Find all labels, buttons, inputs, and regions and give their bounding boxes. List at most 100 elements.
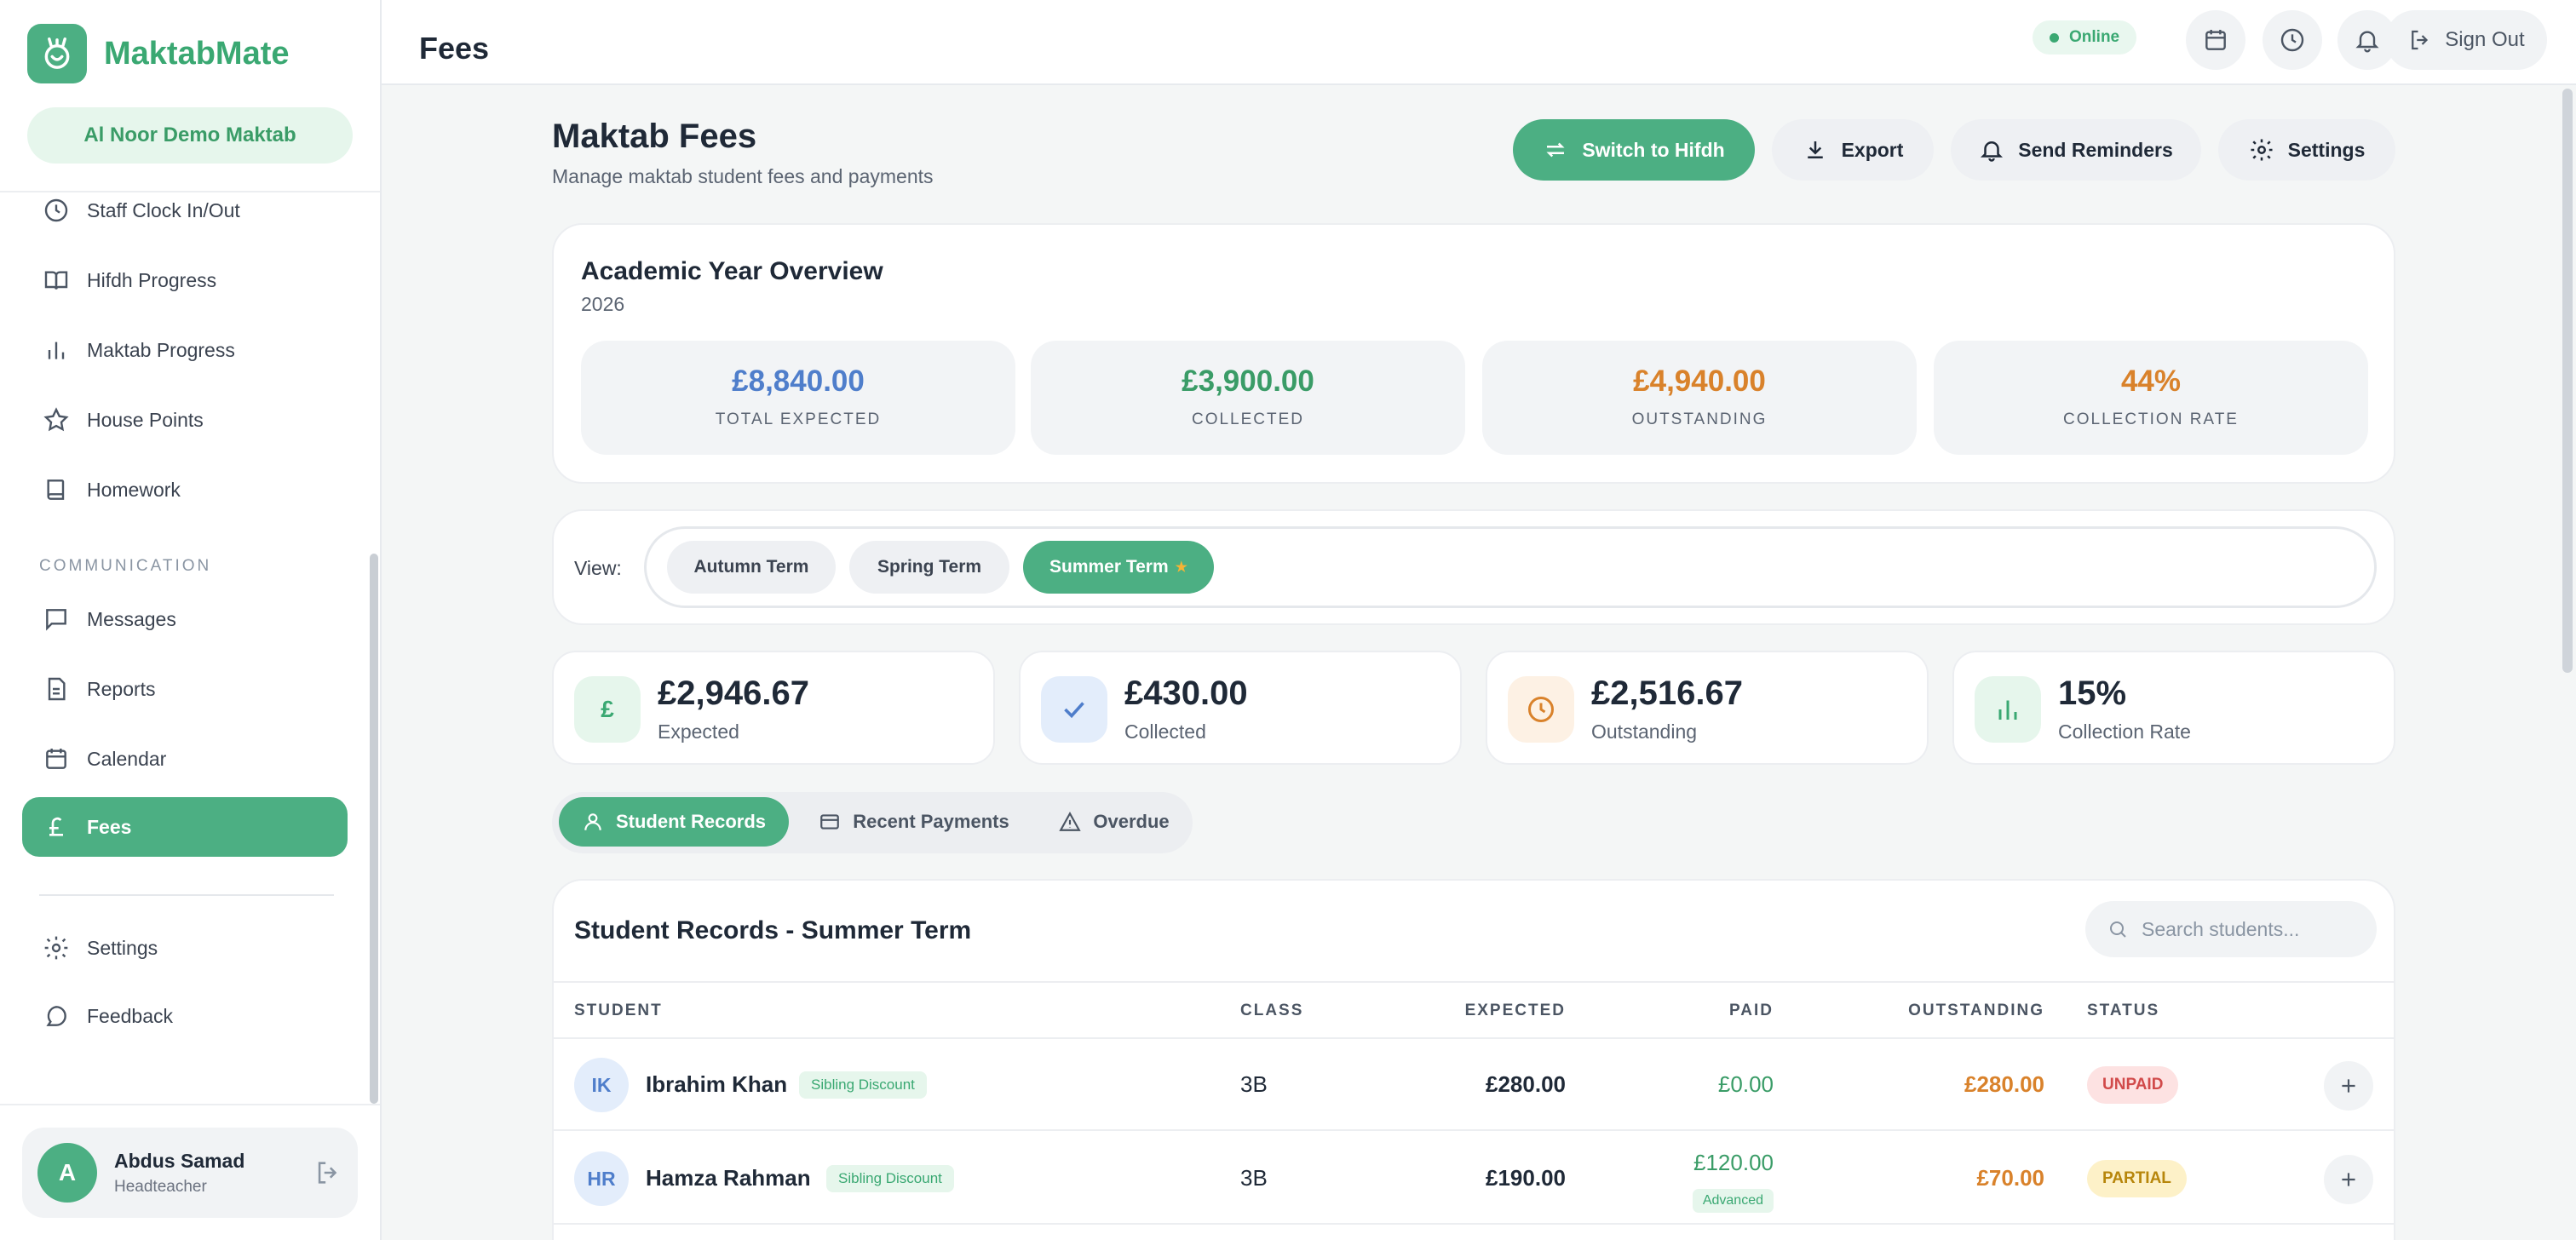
- switch-to-hifdh-button[interactable]: Switch to Hifdh: [1513, 119, 1755, 181]
- outstanding-cell: £70.00: [1976, 1165, 2044, 1191]
- bar-chart-icon: [48, 342, 65, 359]
- school-selector[interactable]: Al Noor Demo Maktab: [27, 107, 353, 164]
- column-header[interactable]: STATUS: [2087, 1002, 2159, 1020]
- section-subtitle: Manage maktab student fees and payments: [552, 165, 934, 187]
- gear-icon: [2251, 139, 2273, 161]
- expected-cell: £280.00: [1486, 1071, 1566, 1097]
- term-autumn[interactable]: Autumn Term: [667, 541, 836, 594]
- term-stat-collection-rate: 15% Collection Rate: [1952, 651, 2395, 765]
- export-button[interactable]: Export: [1772, 119, 1934, 181]
- stat-label: Outstanding: [1591, 720, 1698, 743]
- app-name: MaktabMate: [104, 35, 290, 72]
- calendar-icon: [2205, 30, 2226, 50]
- status-badge: Online: [2033, 20, 2137, 55]
- paid-cell: £0.00: [1717, 1071, 1774, 1097]
- column-header[interactable]: OUTSTANDING: [1908, 1002, 2044, 1020]
- table-row[interactable]: IK Ibrahim Khan Sibling Discount 3B £280…: [554, 1039, 2394, 1131]
- sidebar-item-hifdh-progress[interactable]: Hifdh Progress: [22, 250, 348, 310]
- button-label: Settings: [2287, 138, 2366, 161]
- search-input[interactable]: Search students...: [2085, 901, 2377, 957]
- stat-value: £2,516.67: [1591, 675, 1743, 712]
- stat-label: Collection Rate: [2058, 720, 2191, 743]
- term-spring[interactable]: Spring Term: [849, 541, 1009, 594]
- clock-icon: [2280, 28, 2304, 52]
- section-title: Maktab Fees: [552, 118, 757, 155]
- column-header[interactable]: CLASS: [1240, 1002, 1303, 1020]
- tab-overdue[interactable]: Overdue: [1043, 797, 1186, 847]
- sign-out-button[interactable]: Sign Out: [2385, 10, 2547, 70]
- table-row[interactable]: HR Hamza Rahman Sibling Discount 3B £190…: [554, 1133, 2394, 1225]
- book-open-icon: [44, 271, 68, 290]
- user-name: Abdus Samad: [114, 1149, 245, 1172]
- sidebar-item-feedback[interactable]: Feedback: [22, 986, 348, 1046]
- tab-label: Recent Payments: [853, 811, 1009, 832]
- records-tabs: Student Records Recent Payments Overdue: [552, 792, 1193, 853]
- sidebar-item-reports[interactable]: Reports: [22, 659, 348, 719]
- class-cell: 3B: [1240, 1071, 1268, 1097]
- tab-student-records[interactable]: Student Records: [559, 797, 789, 847]
- student-name[interactable]: Ibrahim Khan: [646, 1071, 787, 1098]
- column-header[interactable]: EXPECTED: [1465, 1002, 1566, 1020]
- student-name[interactable]: Hamza Rahman: [646, 1165, 811, 1191]
- stat-label: COLLECTION RATE: [2063, 410, 2239, 428]
- clock-button[interactable]: [2263, 10, 2322, 70]
- sidebar-item-staff-clock[interactable]: Staff Clock In/Out: [22, 181, 348, 240]
- logout-icon: [2412, 30, 2429, 50]
- sidebar-item-label: Hifdh Progress: [87, 268, 217, 291]
- avatar: HR: [574, 1151, 629, 1206]
- calendar-button[interactable]: [2186, 10, 2245, 70]
- sidebar-item-homework[interactable]: Homework: [22, 460, 348, 520]
- swap-icon: [1546, 142, 1565, 158]
- book-icon: [47, 479, 65, 500]
- star-icon: [43, 407, 69, 432]
- plus-icon: [2342, 1079, 2355, 1093]
- sidebar-item-messages[interactable]: Messages: [22, 589, 348, 649]
- add-payment-button[interactable]: [2324, 1155, 2373, 1204]
- settings-button[interactable]: Settings: [2218, 119, 2395, 181]
- term-label: Summer Term: [1049, 557, 1169, 577]
- tab-label: Overdue: [1093, 811, 1170, 832]
- discount-badge: Sibling Discount: [799, 1071, 927, 1099]
- tab-label: Student Records: [615, 811, 767, 832]
- table-title: Student Records - Summer Term: [574, 916, 972, 944]
- brand[interactable]: MaktabMate: [27, 24, 290, 83]
- academic-year: 2026: [581, 293, 625, 315]
- sidebar-scrollbar[interactable]: [370, 554, 378, 1104]
- column-header[interactable]: PAID: [1729, 1002, 1774, 1020]
- paid-cell: £120.00: [1693, 1150, 1774, 1175]
- sidebar-item-label: Settings: [87, 936, 158, 959]
- stat-value: £430.00: [1124, 675, 1248, 712]
- download-icon: [1807, 141, 1823, 158]
- credit-card-icon: [820, 814, 840, 830]
- class-cell: 3B: [1240, 1165, 1268, 1191]
- sidebar-item-label: Staff Clock In/Out: [87, 198, 240, 221]
- sidebar-item-calendar[interactable]: Calendar: [22, 729, 348, 789]
- search-icon: [2110, 921, 2126, 938]
- user-card[interactable]: A Abdus Samad Headteacher: [22, 1128, 358, 1218]
- logout-icon[interactable]: [313, 1158, 342, 1187]
- stat-value: £2,946.67: [658, 675, 809, 712]
- page-title: Fees: [419, 31, 490, 66]
- column-header[interactable]: STUDENT: [574, 1002, 663, 1020]
- sidebar-item-settings[interactable]: Settings: [22, 918, 348, 978]
- current-term-star-icon: ★: [1175, 560, 1187, 575]
- card-title: Academic Year Overview: [581, 257, 883, 285]
- send-reminders-button[interactable]: Send Reminders: [1951, 119, 2201, 181]
- main-scrollbar[interactable]: [2562, 89, 2573, 673]
- expected-cell: £190.00: [1486, 1165, 1566, 1191]
- sidebar-item-maktab-progress[interactable]: Maktab Progress: [22, 320, 348, 380]
- sidebar-item-label: Calendar: [87, 747, 167, 770]
- sidebar-item-house-points[interactable]: House Points: [22, 390, 348, 450]
- stat-total-expected: £8,840.00 TOTAL EXPECTED: [581, 341, 1015, 455]
- add-payment-button[interactable]: [2324, 1061, 2373, 1111]
- stat-value: £4,940.00: [1633, 365, 1766, 398]
- button-label: Export: [1841, 138, 1904, 161]
- user-role: Headteacher: [114, 1177, 207, 1196]
- term-summer[interactable]: Summer Term ★: [1023, 541, 1214, 594]
- academic-year-overview: Academic Year Overview 2026 £8,840.00 TO…: [552, 223, 2395, 484]
- sidebar-item-fees[interactable]: Fees: [22, 797, 348, 857]
- tab-recent-payments[interactable]: Recent Payments: [799, 797, 1029, 847]
- message-icon: [46, 609, 66, 631]
- term-stat-outstanding: £2,516.67 Outstanding: [1486, 651, 1929, 765]
- maktabmate-logo-icon: [27, 24, 87, 83]
